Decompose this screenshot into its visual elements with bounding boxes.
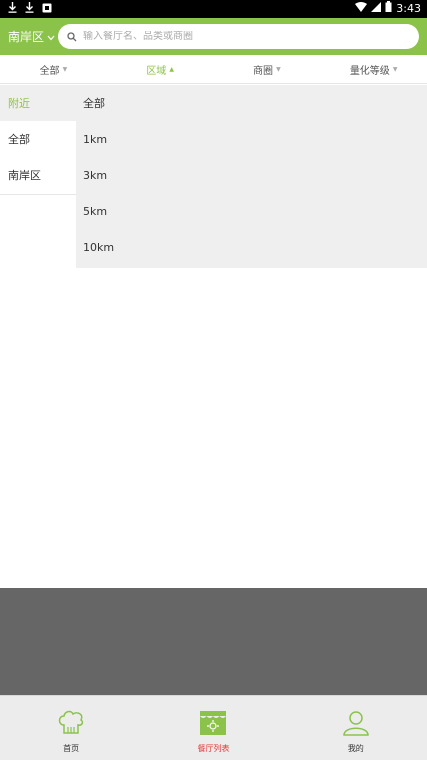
app-header: 南岸区: [0, 18, 427, 55]
download-icon: [8, 2, 17, 16]
caret-down-icon: ▼: [392, 65, 398, 73]
filter-tab-business-district[interactable]: 商圈 ▼: [214, 55, 321, 83]
dim-overlay[interactable]: [0, 588, 427, 695]
user-icon: [341, 710, 371, 740]
distance-option-3km[interactable]: 3km: [76, 157, 427, 193]
region-category-list: 附近 全部 南岸区: [0, 85, 76, 195]
distance-option-5km[interactable]: 5km: [76, 193, 427, 229]
distance-option-all[interactable]: 全部: [76, 85, 427, 121]
nav-label-me: 我的: [347, 744, 364, 753]
nav-item-me[interactable]: 我的: [285, 696, 427, 760]
city-label: 南岸区: [8, 30, 45, 44]
nav-item-restaurant-list[interactable]: 餐厅列表: [142, 696, 284, 760]
caret-down-icon: ▼: [62, 65, 68, 73]
caret-down-icon: ▼: [276, 65, 281, 73]
filter-tab-label: 区域: [146, 65, 167, 77]
search-icon: [67, 27, 77, 46]
status-bar: 3:43: [0, 0, 427, 18]
chevron-down-icon: [47, 30, 55, 44]
chef-hat-icon: [56, 710, 86, 740]
wifi-icon: [355, 1, 368, 15]
distance-option-1km[interactable]: 1km: [76, 121, 427, 157]
nav-item-home[interactable]: 首页: [0, 696, 142, 760]
distance-option-10km[interactable]: 10km: [76, 229, 427, 265]
bottom-nav: 首页 餐厅列表 我的: [0, 695, 427, 760]
caret-up-icon: ▲: [169, 65, 174, 73]
region-category-all[interactable]: 全部: [0, 121, 76, 157]
filter-tab-label: 全部: [39, 65, 60, 77]
city-selector[interactable]: 南岸区: [8, 28, 55, 45]
storefront-icon: [199, 710, 227, 740]
battery-icon: [385, 1, 392, 15]
search-input[interactable]: [83, 31, 383, 42]
status-time: 3:43: [396, 1, 421, 15]
search-box[interactable]: [58, 24, 419, 49]
filter-tab-grade[interactable]: 量化等级 ▼: [320, 55, 427, 83]
filter-tab-all[interactable]: 全部 ▼: [0, 55, 107, 83]
download-icon: [25, 2, 34, 16]
region-category-nearby[interactable]: 附近: [0, 85, 76, 121]
nav-label-home: 首页: [63, 744, 80, 753]
region-category-nanan[interactable]: 南岸区: [0, 157, 76, 193]
app-notification-icon: [42, 2, 52, 16]
filter-bar: 全部 ▼ 区域 ▲ 商圈 ▼ 量化等级 ▼: [0, 55, 427, 84]
nav-label-restaurant-list: 餐厅列表: [197, 744, 230, 753]
filter-tab-label: 量化等级: [349, 65, 390, 77]
filter-tab-label: 商圈: [253, 65, 274, 77]
distance-option-list: 全部 1km 3km 5km 10km: [76, 85, 427, 268]
signal-icon: [371, 1, 382, 15]
filter-tab-region[interactable]: 区域 ▲: [107, 55, 214, 83]
